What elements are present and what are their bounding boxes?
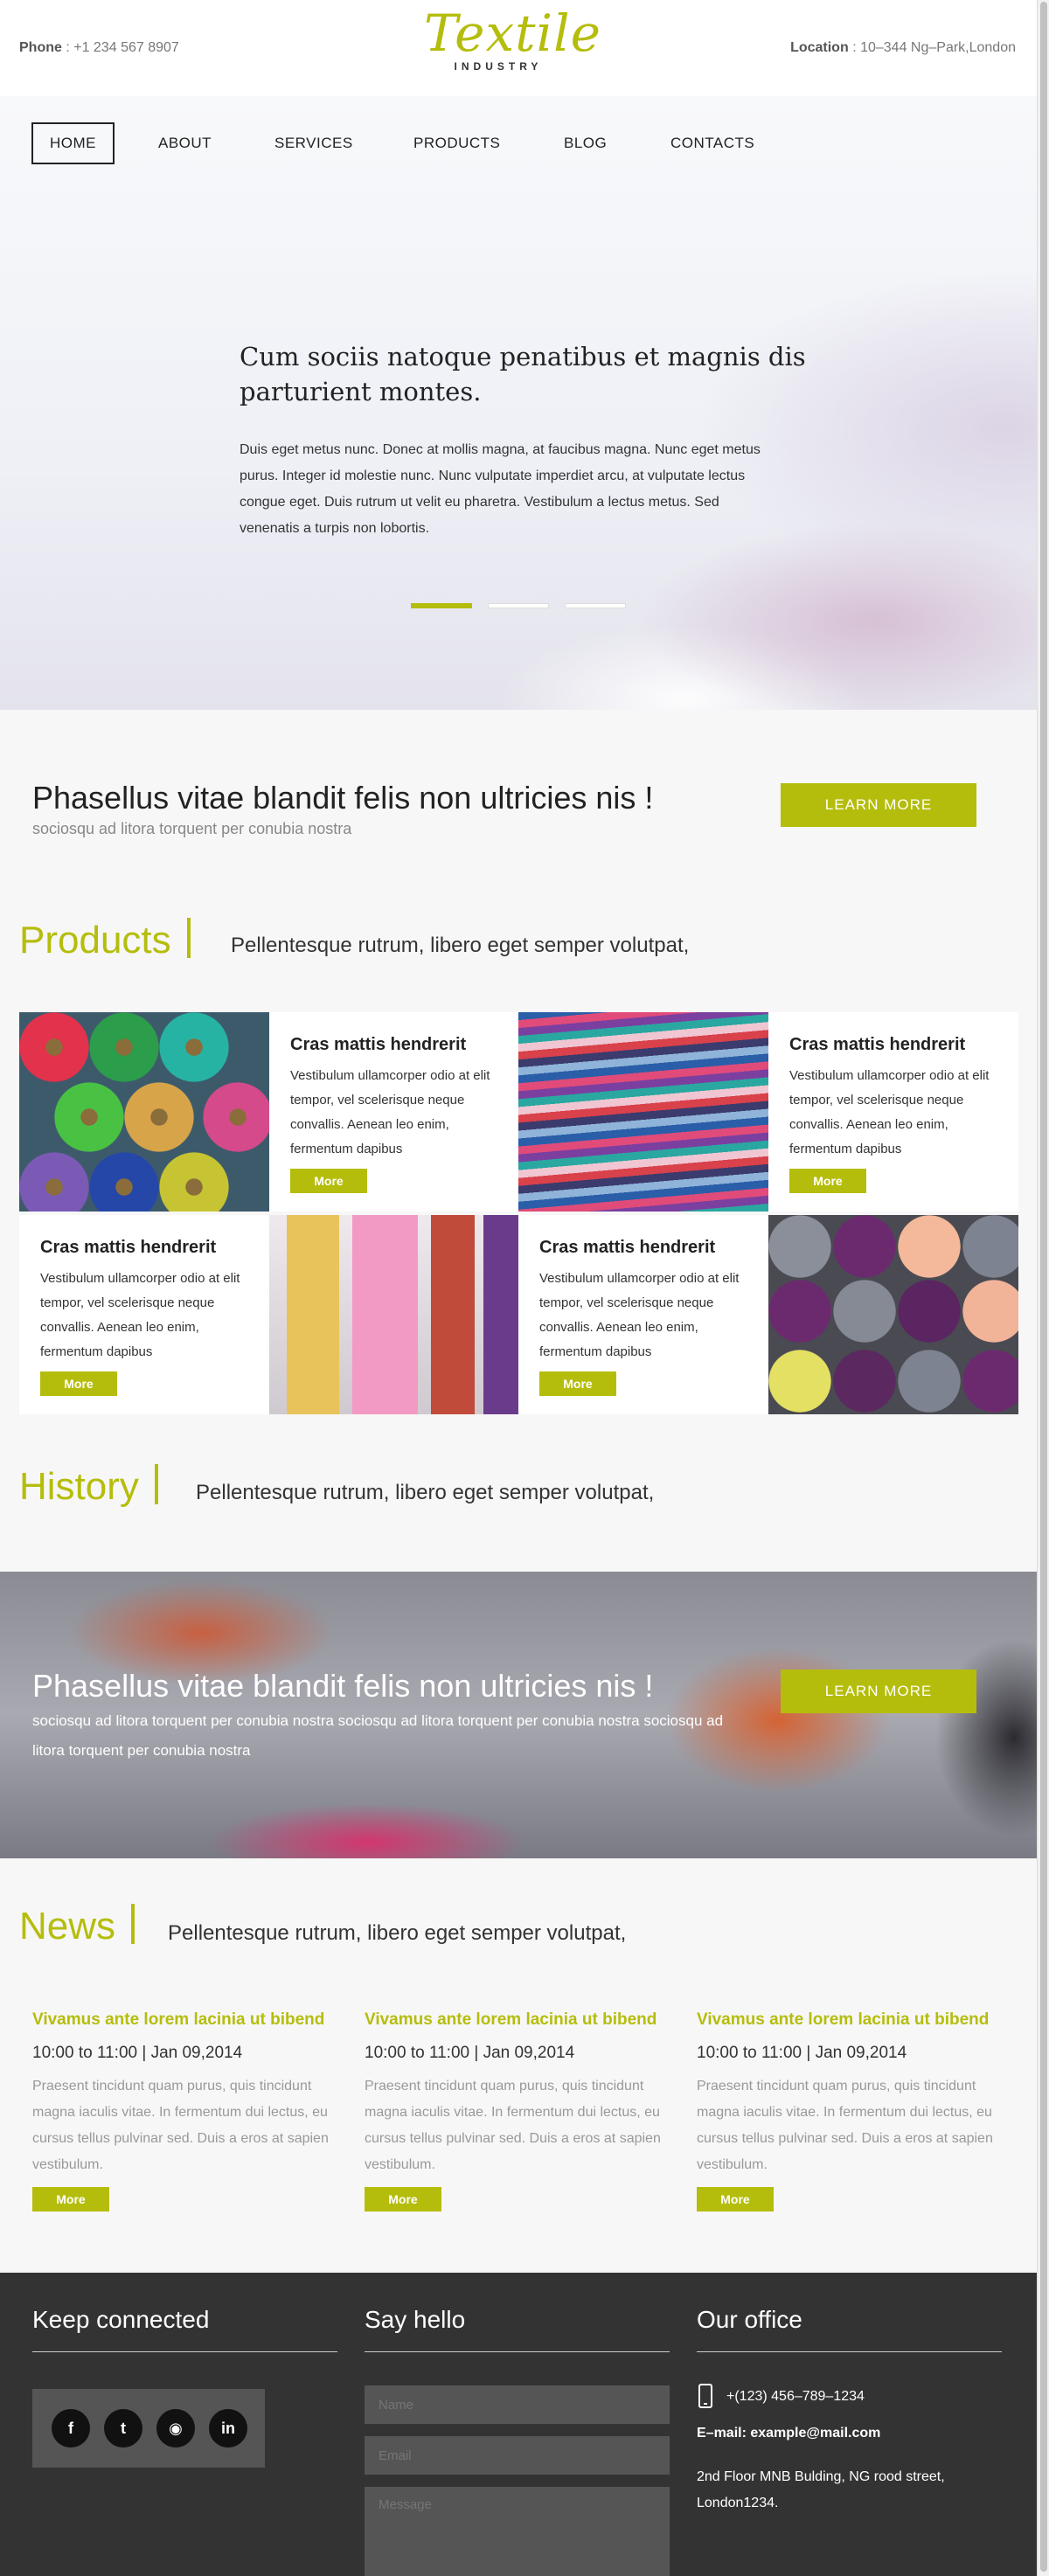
top-bar: Phone : +1 234 567 8907 Textile INDUSTRY…: [0, 0, 1037, 96]
more-button[interactable]: More: [365, 2187, 441, 2211]
product-card-text: Vestibulum ullamcorper odio at elit temp…: [40, 1271, 240, 1359]
nav-home[interactable]: HOME: [31, 122, 115, 164]
nav-contacts[interactable]: CONTACTS: [670, 122, 754, 164]
office-phone-text: +(123) 456–789–1234: [726, 2389, 865, 2404]
news-item-text: Praesent tincidunt quam purus, quis tinc…: [697, 2079, 993, 2172]
header-phone: Phone : +1 234 567 8907: [19, 40, 179, 56]
slider-dot-3[interactable]: [565, 603, 626, 608]
news-item: Vivamus ante lorem lacinia ut bibend 10:…: [32, 2010, 347, 2211]
cta-heading: Phasellus vitae blandit felis non ultric…: [32, 780, 654, 816]
product-card-title: Cras mattis hendrerit: [290, 1035, 467, 1054]
product-image-spools[interactable]: [19, 1012, 269, 1212]
facebook-icon[interactable]: f: [52, 2409, 90, 2448]
product-card-text: Vestibulum ullamcorper odio at elit temp…: [290, 1068, 490, 1156]
products-title-text: Products: [19, 919, 171, 962]
footer-heading: Keep connected: [32, 2306, 337, 2352]
history-title: History: [19, 1464, 158, 1509]
header-location: Location : 10–344 Ng–Park,London: [790, 40, 1016, 56]
product-card: Cras mattis hendrerit Vestibulum ullamco…: [19, 1215, 269, 1414]
product-card-text: Vestibulum ullamcorper odio at elit temp…: [789, 1068, 990, 1156]
title-divider: [131, 1904, 135, 1944]
office-address: 2nd Floor MNB Bulding, NG rood street, L…: [697, 2469, 945, 2510]
footer-heading: Say hello: [365, 2306, 670, 2352]
news-subtitle: Pellentesque rutrum, libero eget semper …: [168, 1921, 627, 1945]
more-button[interactable]: More: [290, 1169, 367, 1193]
office-phone: +(123) 456–789–1234: [697, 2384, 1002, 2408]
nav-about[interactable]: ABOUT: [158, 122, 212, 164]
product-image-cones[interactable]: [269, 1215, 519, 1414]
scrollbar[interactable]: [1037, 0, 1049, 2576]
product-card: Cras mattis hendrerit Vestibulum ullamco…: [768, 1012, 1018, 1212]
hero-heading: Cum sociis natoque penatibus et magnis d…: [240, 342, 806, 406]
logo-text: Textile: [424, 3, 601, 63]
phone-label: Phone: [19, 40, 62, 55]
title-divider: [186, 918, 191, 958]
more-button[interactable]: More: [697, 2187, 774, 2211]
product-card: Cras mattis hendrerit Vestibulum ullamco…: [269, 1012, 519, 1212]
rss-icon[interactable]: ◉: [156, 2409, 195, 2448]
scrollbar-thumb[interactable]: [1040, 2, 1047, 2572]
news-item-text: Praesent tincidunt quam purus, quis tinc…: [32, 2079, 329, 2172]
learn-more-button[interactable]: LEARN MORE: [781, 783, 976, 827]
location-label: Location: [790, 40, 849, 55]
news-item-title[interactable]: Vivamus ante lorem lacinia ut bibend: [32, 2010, 347, 2030]
news-item: Vivamus ante lorem lacinia ut bibend 10:…: [365, 2010, 679, 2211]
office-email[interactable]: E–mail: example@mail.com: [697, 2426, 1002, 2441]
product-image-yarn[interactable]: [768, 1215, 1018, 1414]
product-card: Cras mattis hendrerit Vestibulum ullamco…: [518, 1215, 768, 1414]
products-subtitle: Pellentesque rutrum, libero eget semper …: [231, 934, 690, 957]
footer-say-hello: Say hello: [365, 2306, 670, 2576]
news-item-title[interactable]: Vivamus ante lorem lacinia ut bibend: [365, 2010, 679, 2030]
nav-services[interactable]: SERVICES: [274, 122, 353, 164]
cta-banner: Phasellus vitae blandit felis non ultric…: [0, 710, 1037, 876]
history-banner: Phasellus vitae blandit felis non ultric…: [0, 1572, 1037, 1858]
hero-body: Duis eget metus nunc. Donec at mollis ma…: [240, 442, 761, 536]
product-image-fabric[interactable]: [518, 1012, 768, 1212]
banner-heading: Phasellus vitae blandit felis non ultric…: [32, 1668, 654, 1704]
nav-products[interactable]: PRODUCTS: [413, 122, 500, 164]
product-card-title: Cras mattis hendrerit: [539, 1238, 716, 1257]
page: Phone : +1 234 567 8907 Textile INDUSTRY…: [0, 0, 1037, 2576]
more-button[interactable]: More: [539, 1371, 616, 1396]
news-title-text: News: [19, 1905, 116, 1948]
location-value: : 10–344 Ng–Park,London: [852, 40, 1016, 55]
logo[interactable]: Textile INDUSTRY: [424, 3, 601, 73]
email-field[interactable]: [365, 2436, 670, 2475]
news-item-date: 10:00 to 11:00 | Jan 09,2014: [32, 2044, 243, 2062]
product-card-text: Vestibulum ullamcorper odio at elit temp…: [539, 1271, 740, 1359]
news-title: News: [19, 1904, 135, 1948]
title-divider: [154, 1464, 158, 1504]
history-title-text: History: [19, 1465, 139, 1508]
news-item-date: 10:00 to 11:00 | Jan 09,2014: [697, 2044, 907, 2062]
news-item: Vivamus ante lorem lacinia ut bibend 10:…: [697, 2010, 1011, 2211]
social-links: f t ◉ in: [32, 2389, 265, 2468]
news-item-text: Praesent tincidunt quam purus, quis tinc…: [365, 2079, 661, 2172]
mobile-phone-icon: [698, 2384, 712, 2408]
product-card-title: Cras mattis hendrerit: [40, 1238, 217, 1257]
footer-our-office: Our office +(123) 456–789–1234 E–mail: e…: [697, 2306, 1002, 2517]
products-title: Products: [19, 918, 191, 962]
twitter-icon[interactable]: t: [104, 2409, 142, 2448]
slider-dot-2[interactable]: [488, 603, 549, 608]
history-subtitle: Pellentesque rutrum, libero eget semper …: [196, 1481, 655, 1504]
more-button[interactable]: More: [32, 2187, 109, 2211]
nav-blog[interactable]: BLOG: [564, 122, 607, 164]
linkedin-icon[interactable]: in: [209, 2409, 247, 2448]
hero-slider: HOME ABOUT SERVICES PRODUCTS BLOG CONTAC…: [0, 96, 1037, 710]
slider-dot-1[interactable]: [411, 603, 472, 608]
footer: Keep connected f t ◉ in Say hello Our of…: [0, 2273, 1037, 2576]
more-button[interactable]: More: [789, 1169, 866, 1193]
footer-heading: Our office: [697, 2306, 1002, 2352]
product-card-title: Cras mattis hendrerit: [789, 1035, 966, 1054]
phone-value: : +1 234 567 8907: [66, 40, 179, 55]
banner-text: sociosqu ad litora torquent per conubia …: [32, 1712, 724, 1759]
name-field[interactable]: [365, 2385, 670, 2424]
news-item-title[interactable]: Vivamus ante lorem lacinia ut bibend: [697, 2010, 1011, 2030]
more-button[interactable]: More: [40, 1371, 117, 1396]
cta-subtext: sociosqu ad litora torquent per conubia …: [32, 820, 352, 837]
news-item-date: 10:00 to 11:00 | Jan 09,2014: [365, 2044, 575, 2062]
footer-keep-connected: Keep connected f t ◉ in: [32, 2306, 337, 2468]
message-field[interactable]: [365, 2487, 670, 2576]
learn-more-button[interactable]: LEARN MORE: [781, 1670, 976, 1713]
